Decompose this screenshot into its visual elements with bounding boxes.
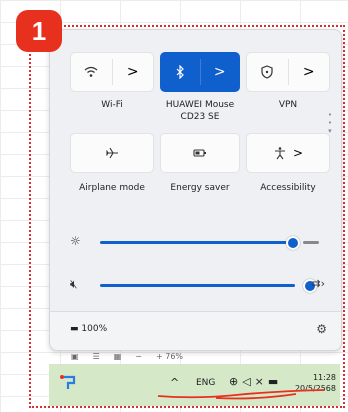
page-indicator[interactable]: • • ▾ [328,111,332,135]
wifi-label: Wi-Fi [101,100,123,110]
chevron-right-icon: > [213,64,226,80]
airplane-mode-label: Airplane mode [79,183,145,193]
gear-icon[interactable]: ⚙ [316,322,327,336]
wifi-chevron-button[interactable]: > [113,53,154,91]
layout-icon: ▣ [71,351,79,361]
airplane-icon [71,134,153,172]
bluetooth-label: HUAWEI Mouse CD23 SE [165,100,235,122]
volume-muted-icon: 🔇︎ [70,277,78,291]
chevron-right-icon: > [302,64,315,80]
brightness-track-filled [100,241,293,244]
wifi-tile[interactable]: > [70,52,154,92]
energy-saver-label: Energy saver [170,183,230,193]
brightness-icon: ☼ [70,234,81,248]
energy-saver-icon [161,134,239,172]
zoom-level: + 76% [156,351,184,361]
chevron-right-icon: > [126,64,139,80]
audio-output-button[interactable]: ⇉› [311,277,325,290]
energy-saver-tile[interactable] [160,133,240,173]
vpn-label: VPN [278,100,298,110]
quick-settings-panel: > > > Wi-Fi HUAWEI Mouse CD23 SE VPN • • ▾… [49,29,342,351]
app-icon[interactable] [59,374,77,396]
bluetooth-chevron-button[interactable]: > [201,53,240,91]
quick-settings-footer: ▬ 100% ⚙ [50,311,341,350]
shield-icon[interactable] [247,53,288,91]
bluetooth-icon[interactable] [161,53,200,91]
brightness-slider[interactable]: ☼ [70,232,325,252]
accessibility-tile-content: > [247,134,329,172]
bluetooth-tile[interactable]: > [160,52,240,92]
grid-icon: ▦ [113,351,122,361]
red-underline-annotation [157,389,325,400]
airplane-mode-tile[interactable] [70,133,154,173]
zoom-out-icon: − [135,351,142,361]
accessibility-icon [274,147,285,160]
brightness-track-empty [303,241,319,244]
battery-icon: ▬ [70,324,79,334]
vpn-tile[interactable]: > [246,52,330,92]
view-icon: ☰ [92,351,100,361]
background-status-strip: ▣ ☰ ▦ − + 76% [49,349,340,363]
clock-time: 11:28 [312,373,336,382]
chevron-right-icon: > [292,146,304,160]
accessibility-tile[interactable]: > [246,133,330,173]
battery-status[interactable]: ▬ 100% [70,324,107,334]
volume-track-filled [100,284,295,287]
vpn-chevron-button[interactable]: > [289,53,330,91]
brightness-thumb[interactable] [286,236,300,250]
wifi-icon[interactable] [71,53,112,91]
volume-slider[interactable]: 🔇︎ ⇉› [70,275,325,295]
battery-percentage: 100% [81,324,108,334]
accessibility-label: Accessibility [260,183,316,193]
step-number-badge: 1 [16,10,62,52]
